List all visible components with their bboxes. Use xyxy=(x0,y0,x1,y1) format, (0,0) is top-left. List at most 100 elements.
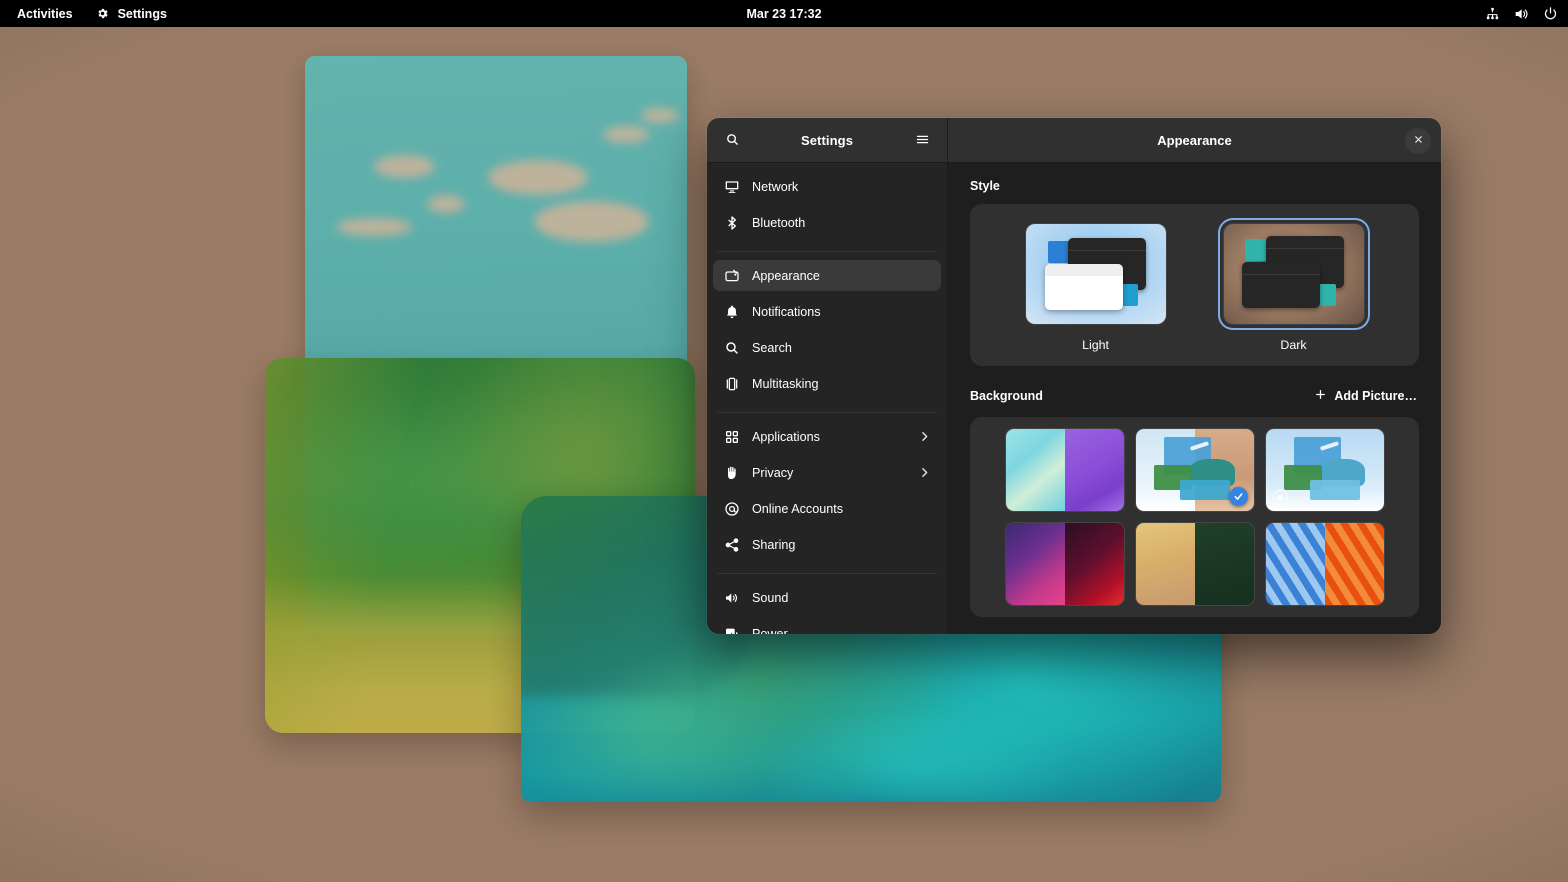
background-thumb-blur-gold-forest[interactable] xyxy=(1136,523,1254,605)
hand-icon xyxy=(723,464,740,481)
sidebar-item-multitasking[interactable]: Multitasking xyxy=(713,368,941,399)
nav-divider xyxy=(717,412,937,413)
bluetooth-icon xyxy=(723,214,740,231)
app-menu-button[interactable]: Settings xyxy=(84,0,178,27)
main-menu-button[interactable] xyxy=(909,128,935,154)
background-thumb-waves-purple-maroon[interactable] xyxy=(1006,523,1124,605)
background-heading: Background xyxy=(970,389,1043,403)
window-header: Settings Appearance xyxy=(707,118,1441,163)
sidebar-item-privacy[interactable]: Privacy xyxy=(713,457,941,488)
activities-label: Activities xyxy=(17,7,73,21)
background-section-header: Background Add Picture… xyxy=(970,386,1419,406)
background-grid xyxy=(982,429,1407,605)
sidebar-item-label: Multitasking xyxy=(752,377,819,391)
sidebar-item-label: Applications xyxy=(752,430,820,444)
sidebar-item-label: Notifications xyxy=(752,305,821,319)
sidebar-item-label: Bluetooth xyxy=(752,216,805,230)
page-title: Appearance xyxy=(1157,133,1231,148)
adaptive-wallpaper-icon xyxy=(1273,490,1288,505)
window-body: Network Bluetooth Appearance xyxy=(707,163,1441,634)
close-button[interactable] xyxy=(1405,128,1431,154)
speaker-icon xyxy=(723,589,740,606)
style-option-dark[interactable]: Dark xyxy=(1220,220,1368,352)
wallpaper-sky-panel xyxy=(305,56,687,636)
search-icon xyxy=(725,132,740,150)
hamburger-menu-icon xyxy=(915,132,930,150)
status-menu-button[interactable] xyxy=(1484,6,1558,22)
sidebar-header: Settings xyxy=(707,118,948,163)
sidebar-item-search[interactable]: Search xyxy=(713,332,941,363)
background-thumb-landscape-blue[interactable] xyxy=(1266,429,1384,511)
nav-group-2: Appearance Notifications Search xyxy=(713,258,941,406)
chevron-right-icon xyxy=(918,466,931,479)
appearance-icon xyxy=(723,267,740,284)
nav-divider xyxy=(717,251,937,252)
settings-window: Settings Appearance xyxy=(707,118,1441,634)
plus-icon xyxy=(1314,388,1327,404)
style-card: Light Dark xyxy=(970,204,1419,366)
style-option-label: Dark xyxy=(1280,338,1306,352)
style-section-header: Style xyxy=(970,179,1419,193)
sidebar-item-notifications[interactable]: Notifications xyxy=(713,296,941,327)
background-thumb-landscape-day-warm[interactable] xyxy=(1136,429,1254,511)
sidebar-item-bluetooth[interactable]: Bluetooth xyxy=(713,207,941,238)
sidebar-item-label: Network xyxy=(752,180,798,194)
sidebar-item-label: Search xyxy=(752,341,792,355)
wallpaper-green-panel xyxy=(265,358,695,733)
add-picture-button[interactable]: Add Picture… xyxy=(1312,386,1419,406)
sidebar-item-applications[interactable]: Applications xyxy=(713,421,941,452)
background-thumb-zigzag-blue-orange[interactable] xyxy=(1266,523,1384,605)
search-icon xyxy=(723,339,740,356)
chevron-right-icon xyxy=(918,430,931,443)
network-wired-icon xyxy=(1484,6,1500,22)
search-button[interactable] xyxy=(719,128,745,154)
volume-icon xyxy=(1513,6,1529,22)
sidebar-item-label: Online Accounts xyxy=(752,502,843,516)
activities-button[interactable]: Activities xyxy=(6,0,84,27)
page-header: Appearance xyxy=(948,118,1441,163)
sidebar-item-label: Privacy xyxy=(752,466,793,480)
style-option-light[interactable]: Light xyxy=(1022,220,1170,352)
sidebar-item-label: Power xyxy=(752,627,788,635)
appearance-page: Style Light xyxy=(948,163,1441,634)
sidebar-item-label: Appearance xyxy=(752,269,820,283)
gear-icon xyxy=(95,6,111,22)
clock-label: Mar 23 17:32 xyxy=(746,7,821,21)
nav-group-4: Sound Power xyxy=(713,580,941,634)
style-option-label: Light xyxy=(1082,338,1109,352)
at-sign-icon xyxy=(723,500,740,517)
sidebar-item-label: Sound xyxy=(752,591,788,605)
nav-group-1: Network Bluetooth xyxy=(713,169,941,245)
sidebar-item-appearance[interactable]: Appearance xyxy=(713,260,941,291)
style-heading: Style xyxy=(970,179,1000,193)
close-icon xyxy=(1413,133,1424,148)
style-thumb-wrap-light xyxy=(1022,220,1170,328)
nav-group-3: Applications Privacy xyxy=(713,419,941,567)
dark-preview xyxy=(1224,224,1364,324)
nav-divider xyxy=(717,573,937,574)
sidebar-item-label: Sharing xyxy=(752,538,795,552)
light-preview xyxy=(1026,224,1166,324)
top-bar: Activities Settings Mar 23 17:32 xyxy=(0,0,1568,27)
multitasking-icon xyxy=(723,375,740,392)
selected-check-icon xyxy=(1229,487,1248,506)
power-icon xyxy=(1542,6,1558,22)
apps-grid-icon xyxy=(723,428,740,445)
sidebar-item-power[interactable]: Power xyxy=(713,618,941,634)
sidebar-item-online-accounts[interactable]: Online Accounts xyxy=(713,493,941,524)
style-thumb-wrap-dark xyxy=(1220,220,1368,328)
app-menu-label: Settings xyxy=(118,7,167,21)
background-card xyxy=(970,417,1419,617)
battery-icon xyxy=(723,625,740,634)
sidebar-item-network[interactable]: Network xyxy=(713,171,941,202)
share-icon xyxy=(723,536,740,553)
bell-icon xyxy=(723,303,740,320)
sidebar-item-sound[interactable]: Sound xyxy=(713,582,941,613)
network-icon xyxy=(723,178,740,195)
add-picture-label: Add Picture… xyxy=(1334,389,1417,403)
background-thumb-geometric-teal-purple[interactable] xyxy=(1006,429,1124,511)
clock-button[interactable]: Mar 23 17:32 xyxy=(746,7,821,21)
sidebar-item-sharing[interactable]: Sharing xyxy=(713,529,941,560)
settings-sidebar: Network Bluetooth Appearance xyxy=(707,163,948,634)
window-title: Settings xyxy=(801,133,853,148)
